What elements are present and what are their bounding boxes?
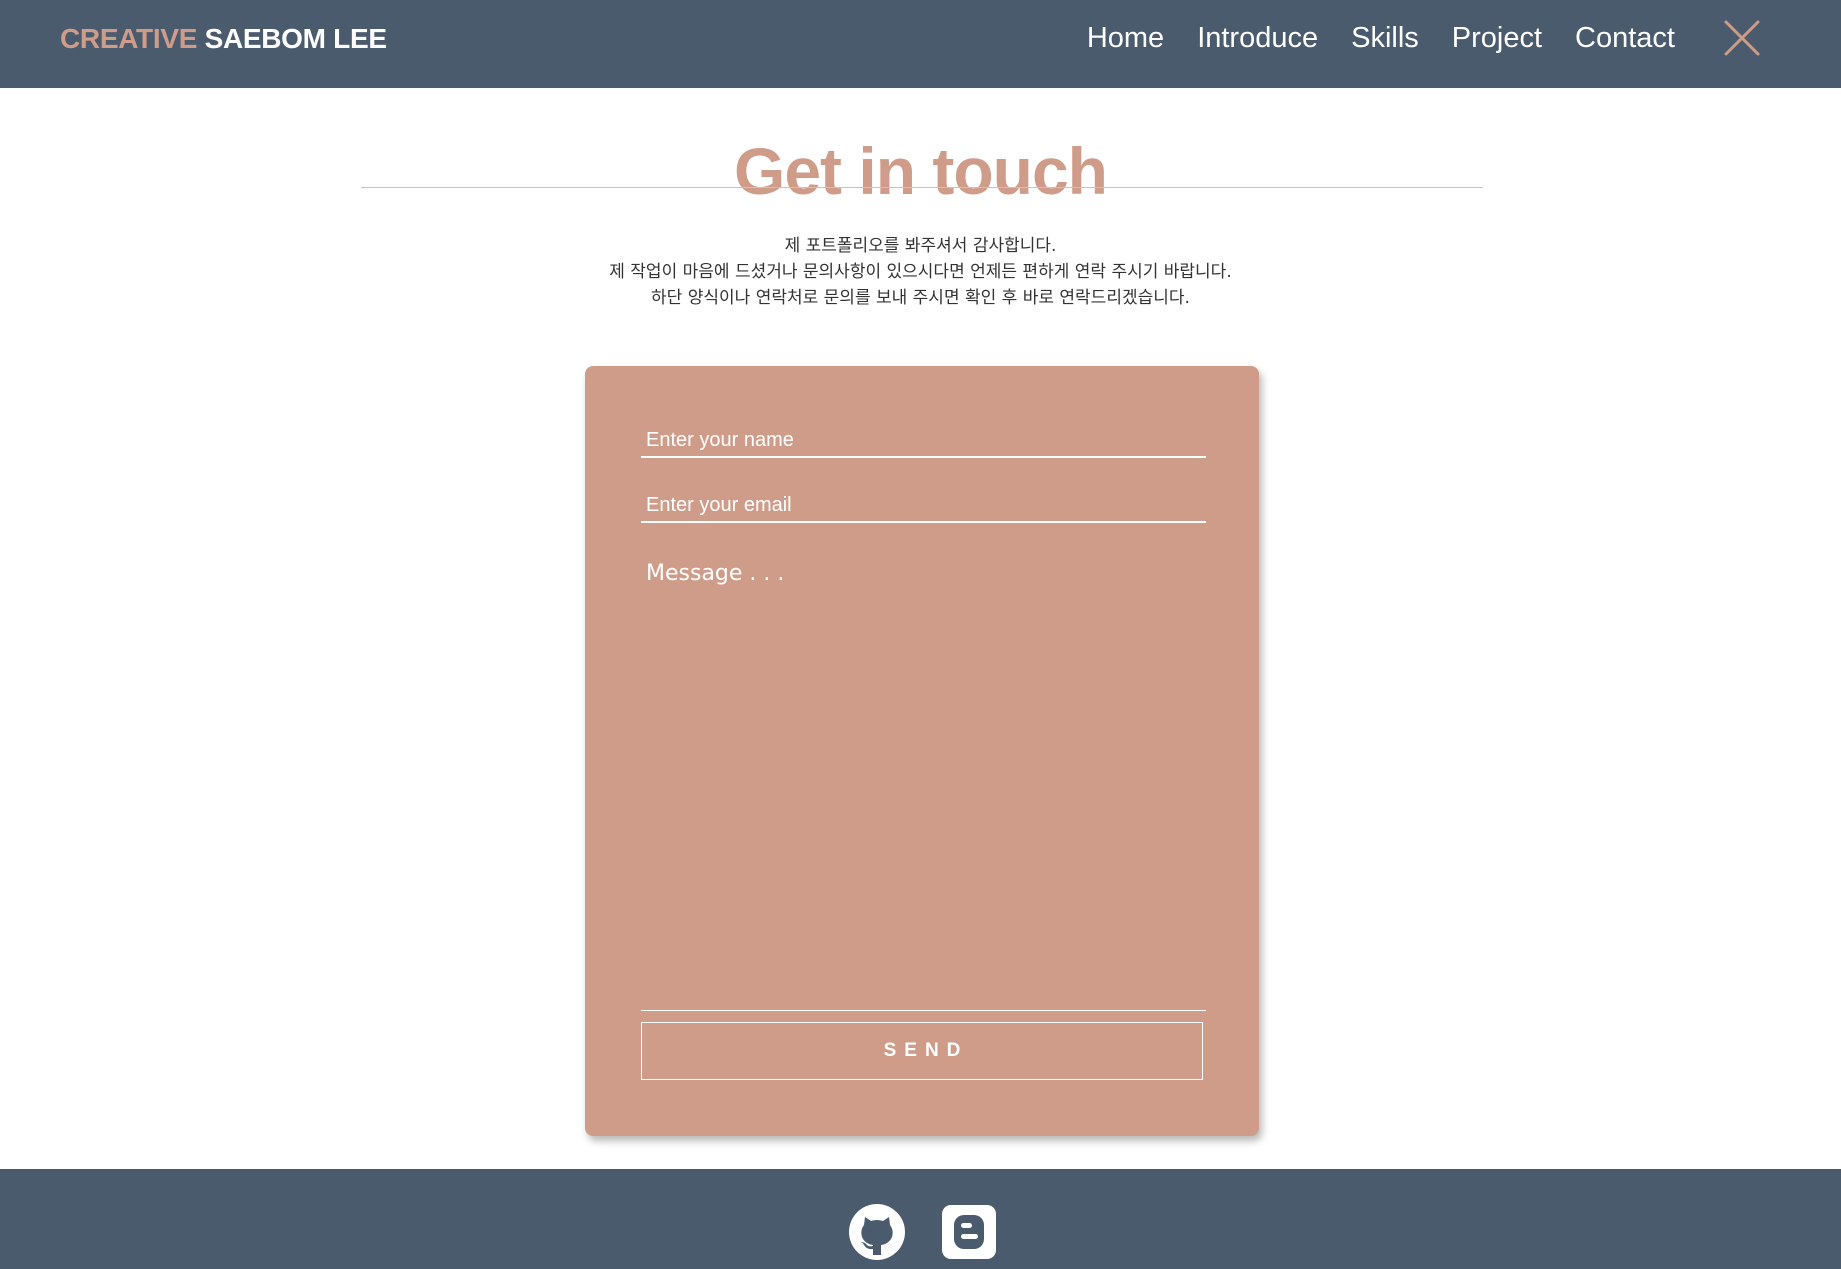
- title-divider: [361, 187, 1483, 188]
- intro-line-2: 제 작업이 마음에 드셨거나 문의사항이 있으시다면 언제든 편하게 연락 주시…: [609, 262, 1232, 282]
- nav-skills[interactable]: Skills: [1351, 20, 1419, 56]
- nav-project[interactable]: Project: [1452, 20, 1542, 56]
- top-navbar: CREATIVE SAEBOM LEE Home Introduce Skill…: [0, 0, 1841, 88]
- message-textarea[interactable]: [641, 555, 1206, 1011]
- blogger-icon[interactable]: [940, 1203, 998, 1261]
- brand-logo[interactable]: CREATIVE SAEBOM LEE: [60, 21, 387, 57]
- contact-form: SEND: [585, 366, 1259, 1136]
- brand-prefix: CREATIVE: [60, 23, 198, 54]
- intro-line-1: 제 포트폴리오를 봐주셔서 감사합니다.: [784, 236, 1057, 256]
- nav-introduce[interactable]: Introduce: [1197, 20, 1318, 56]
- page-title: Get in touch: [734, 134, 1108, 209]
- send-button[interactable]: SEND: [641, 1022, 1203, 1080]
- main-nav: Home Introduce Skills Project Contact: [1087, 20, 1675, 56]
- name-input[interactable]: [641, 424, 1206, 458]
- github-icon[interactable]: [848, 1203, 906, 1261]
- footer: [0, 1169, 1841, 1269]
- nav-home[interactable]: Home: [1087, 20, 1164, 56]
- brand-name: SAEBOM LEE: [204, 23, 387, 54]
- email-input[interactable]: [641, 489, 1206, 523]
- intro-text: 제 포트폴리오를 봐주셔서 감사합니다. 제 작업이 마음에 드셨거나 문의사항…: [0, 233, 1841, 311]
- intro-line-3: 하단 양식이나 연락처로 문의를 보내 주시면 확인 후 바로 연락드리겠습니다…: [651, 288, 1190, 308]
- nav-contact[interactable]: Contact: [1575, 20, 1675, 56]
- close-icon[interactable]: [1722, 18, 1762, 58]
